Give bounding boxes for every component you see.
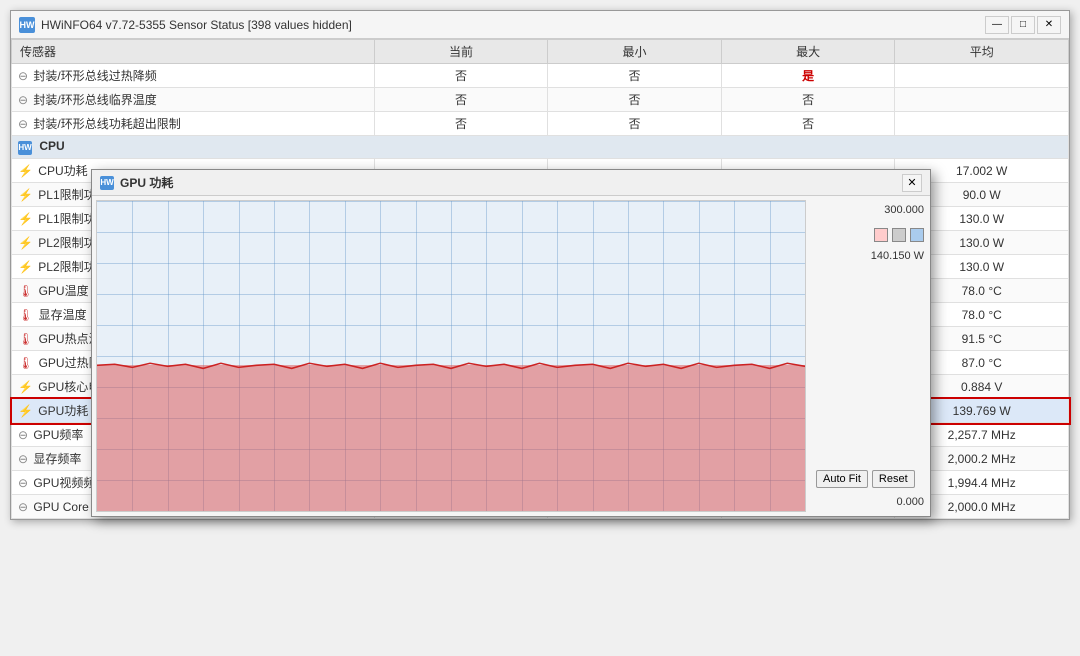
avg-value <box>895 112 1069 136</box>
chart-buttons: Auto Fit Reset <box>816 470 924 488</box>
col-min: 最小 <box>548 40 722 64</box>
bolt-icon: ⚡ <box>18 404 33 418</box>
minus-icon: ⊖ <box>18 500 28 514</box>
minus-icon: ⊖ <box>18 452 28 466</box>
title-left: HW HWiNFO64 v7.72-5355 Sensor Status [39… <box>19 17 352 33</box>
minus-icon: ⊖ <box>18 93 28 107</box>
table-row: ⊖ 封装/环形总线临界温度 否 否 否 <box>12 88 1069 112</box>
section-header-cpu: HW CPU <box>12 136 1069 159</box>
bolt-icon: ⚡ <box>18 212 33 226</box>
max-value: 是 <box>721 64 895 88</box>
bolt-icon: ⚡ <box>18 236 33 250</box>
col-current: 当前 <box>374 40 548 64</box>
chart-area <box>96 200 806 512</box>
min-value: 否 <box>548 64 722 88</box>
table-row: ⊖ 封装/环形总线功耗超出限制 否 否 否 <box>12 112 1069 136</box>
popup-close-button[interactable]: ✕ <box>902 174 922 192</box>
bolt-icon: ⚡ <box>18 380 33 394</box>
table-header-row: 传感器 当前 最小 最大 平均 <box>12 40 1069 64</box>
current-value: 否 <box>374 64 548 88</box>
minus-icon: ⊖ <box>18 428 28 442</box>
close-button[interactable]: ✕ <box>1037 16 1061 34</box>
grid-line <box>97 511 805 512</box>
chart-top-label: 300.000 <box>816 204 924 216</box>
window-title: HWiNFO64 v7.72-5355 Sensor Status [398 v… <box>41 18 352 32</box>
maximize-button[interactable]: □ <box>1011 16 1035 34</box>
current-value: 否 <box>374 112 548 136</box>
color-legend <box>816 228 924 242</box>
sensor-label: ⊖ 封装/环形总线过热降频 <box>12 64 375 88</box>
autofit-button[interactable]: Auto Fit <box>816 470 868 488</box>
gpu-power-popup: HW GPU 功耗 ✕ <box>91 169 931 517</box>
color-square-2 <box>892 228 906 242</box>
color-square-1 <box>874 228 888 242</box>
red-value: 是 <box>802 69 814 83</box>
sensor-label: ⊖ 封装/环形总线临界温度 <box>12 88 375 112</box>
section-icon: HW <box>18 141 32 155</box>
minimize-button[interactable]: — <box>985 16 1009 34</box>
power-line <box>97 363 805 368</box>
reset-button[interactable]: Reset <box>872 470 915 488</box>
color-square-3 <box>910 228 924 242</box>
min-value: 否 <box>548 112 722 136</box>
thermo-icon: 🌡 <box>18 356 33 370</box>
max-value: 否 <box>721 88 895 112</box>
bolt-icon: ⚡ <box>18 188 33 202</box>
col-sensor: 传感器 <box>12 40 375 64</box>
popup-app-icon: HW <box>100 176 114 190</box>
popup-title-left: HW GPU 功耗 <box>100 174 173 191</box>
minus-icon: ⊖ <box>18 117 28 131</box>
section-label: HW CPU <box>12 136 1069 159</box>
title-bar: HW HWiNFO64 v7.72-5355 Sensor Status [39… <box>11 11 1069 39</box>
thermo-icon: 🌡 <box>18 332 33 346</box>
main-window: HW HWiNFO64 v7.72-5355 Sensor Status [39… <box>10 10 1070 520</box>
min-value: 否 <box>548 88 722 112</box>
main-content: 传感器 当前 最小 最大 平均 ⊖ 封装/环形总线过热降频 否 否 是 <box>11 39 1069 519</box>
chart-bottom-label: 0.000 <box>816 496 924 508</box>
minus-icon: ⊖ <box>18 69 28 83</box>
avg-value <box>895 64 1069 88</box>
max-value: 否 <box>721 112 895 136</box>
minus-icon: ⊖ <box>18 476 28 490</box>
col-avg: 平均 <box>895 40 1069 64</box>
popup-body: 300.000 140.150 W Auto Fit Reset 0.000 <box>92 196 930 516</box>
popup-title: GPU 功耗 <box>120 174 173 191</box>
thermo-icon: 🌡 <box>18 284 33 298</box>
table-row: ⊖ 封装/环形总线过热降频 否 否 是 <box>12 64 1069 88</box>
avg-value <box>895 88 1069 112</box>
bolt-icon: ⚡ <box>18 260 33 274</box>
col-max: 最大 <box>721 40 895 64</box>
chart-svg <box>97 201 805 511</box>
popup-titlebar: HW GPU 功耗 ✕ <box>92 170 930 196</box>
window-controls: — □ ✕ <box>985 16 1061 34</box>
sensor-label: ⊖ 封装/环形总线功耗超出限制 <box>12 112 375 136</box>
current-value: 否 <box>374 88 548 112</box>
chart-right-panel: 300.000 140.150 W Auto Fit Reset 0.000 <box>810 196 930 516</box>
thermo-icon: 🌡 <box>18 308 33 322</box>
chart-mid-label: 140.150 W <box>816 250 924 262</box>
app-icon: HW <box>19 17 35 33</box>
bolt-icon: ⚡ <box>18 164 33 178</box>
